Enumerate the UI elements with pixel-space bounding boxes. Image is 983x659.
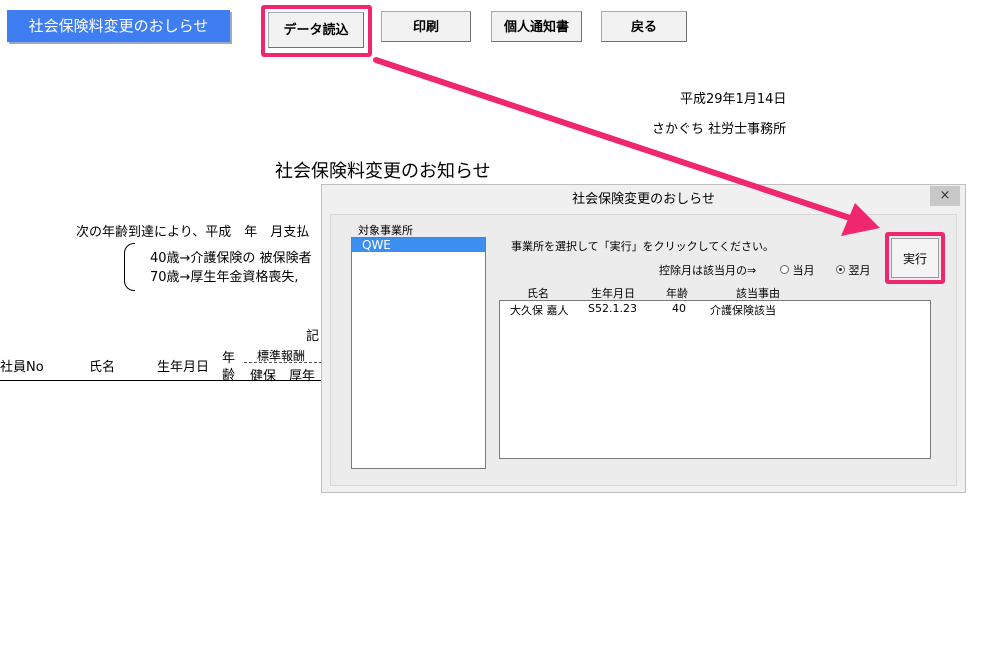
annotation-arrow-icon xyxy=(373,57,880,236)
